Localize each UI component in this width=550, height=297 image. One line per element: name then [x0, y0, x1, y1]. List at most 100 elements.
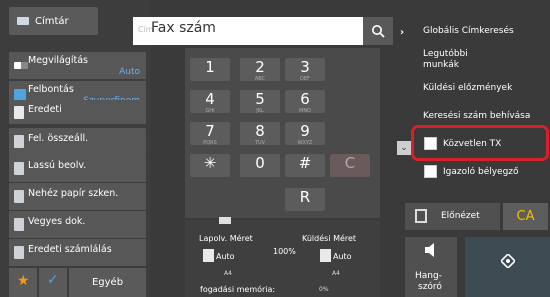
key-digit: ✳ [203, 154, 217, 172]
search-button[interactable] [363, 17, 393, 45]
mixed-doc-label: Vegyes dok. [28, 216, 86, 227]
keypad-key[interactable]: 8 TUV [240, 122, 280, 146]
key-letters: TUV [254, 140, 266, 146]
fax-number-placeholder: Fax szám [151, 20, 216, 36]
keypad-key[interactable]: # [285, 154, 325, 177]
key-digit: R [299, 188, 311, 206]
original-icon [14, 106, 24, 119]
count-icon [14, 246, 24, 259]
start-icon [501, 254, 515, 268]
ratio-value: 100% [273, 247, 296, 256]
speaker-label-line1: Hang- [415, 271, 442, 281]
keypad-key[interactable]: 0 [240, 154, 280, 177]
key-digit: # [298, 154, 312, 172]
original-count-button[interactable]: Eredeti számlálás [9, 239, 146, 266]
key-digit: 2 [255, 58, 265, 76]
speaker-label-line2: szóró [418, 282, 442, 292]
key-letters: GHI [205, 108, 215, 114]
original-label: Eredeti [28, 104, 62, 115]
key-digit: C [344, 154, 356, 172]
keypad-key[interactable]: ✳ [190, 154, 230, 177]
start-button[interactable] [465, 237, 550, 297]
original-size-label: Lapolv. Méret [199, 234, 253, 243]
keypad-key[interactable]: 7 PQRS [190, 122, 230, 146]
original-button[interactable]: Eredeti [9, 100, 146, 124]
keypad-key[interactable]: 9 WXYZ [285, 122, 325, 146]
key-digit: 6 [300, 90, 310, 108]
batch-icon [14, 135, 24, 148]
send-auto-value: Auto [333, 252, 352, 261]
resolution-icon [14, 89, 26, 100]
contrast-icon [14, 62, 28, 69]
recent-jobs-line2[interactable]: munkák [423, 60, 459, 70]
keypad-key[interactable]: R [285, 188, 325, 211]
key-letters: WXYZ [297, 140, 313, 146]
collapse-toggle[interactable]: ⌄ [397, 141, 411, 155]
keypad-key[interactable]: 5 JKL [240, 90, 280, 114]
keypad-key[interactable]: 1 [190, 58, 230, 81]
resolution-label: Felbontás [28, 84, 74, 95]
key-digit: 3 [300, 58, 310, 76]
other-label: Egyéb [91, 277, 124, 288]
key-letters: JKL [256, 108, 264, 114]
key-digit: 1 [205, 58, 215, 76]
verify-stamp-checkbox[interactable] [424, 165, 437, 178]
original-auto-value: Auto [216, 252, 235, 261]
key-letters: DEF [300, 76, 310, 82]
preview-button[interactable]: Előnézet [405, 203, 500, 230]
keypad-key[interactable]: 3 DEF [285, 58, 325, 82]
directory-label: Címtár [35, 15, 69, 27]
original-doc-icon [203, 249, 214, 262]
directory-icon [17, 17, 29, 25]
verify-stamp-label: Igazoló bélyegző [443, 167, 519, 177]
speaker-button[interactable]: Hang- szóró [405, 237, 457, 297]
send-size-label: Küldési Méret [302, 234, 357, 243]
clear-all-label: CA [516, 209, 535, 224]
heavy-paper-button[interactable]: Nehéz papír szken. [9, 183, 146, 210]
keypad-key[interactable]: C [330, 154, 370, 177]
clear-all-button[interactable]: CA [503, 203, 548, 230]
slow-scan-label: Lassú beolv. [28, 160, 87, 171]
send-paper-size: A4 [332, 270, 340, 277]
recent-jobs-line1[interactable]: Legutóbbi [423, 49, 468, 59]
key-digit: 8 [255, 122, 265, 140]
original-paper-size: A4 [224, 270, 232, 277]
slow-scan-icon [14, 162, 24, 175]
keypad-key[interactable]: 6 MNO [285, 90, 325, 114]
key-letters: ABC [254, 76, 266, 82]
key-digit: 7 [205, 122, 215, 140]
mixed-doc-button[interactable]: Vegyes dok. [9, 211, 146, 238]
keypad-key[interactable]: 4 GHI [190, 90, 230, 114]
memory-value: 0% [319, 286, 329, 293]
key-digit: 0 [255, 154, 265, 172]
other-button[interactable]: Egyéb [69, 268, 146, 297]
key-letters: PQRS [203, 140, 217, 146]
chevron-right-icon[interactable]: › [400, 27, 404, 38]
heavy-paper-label: Nehéz papír szken. [28, 188, 119, 199]
send-history[interactable]: Küldési előzmények [423, 83, 512, 93]
global-address-search[interactable]: Globális Címkeresés [423, 26, 514, 36]
key-digit: 5 [255, 90, 265, 108]
job-build-label: Fel. összeáll. [28, 133, 89, 144]
check-button[interactable]: ✓ [39, 268, 67, 297]
direct-tx-label: Közvetlen TX [443, 139, 502, 149]
preview-icon [415, 209, 427, 223]
chevron-down-icon: ⌄ [400, 143, 408, 153]
favorites-button[interactable]: ★ [9, 268, 37, 297]
star-icon: ★ [17, 273, 30, 289]
search-icon [372, 25, 385, 38]
check-icon: ✓ [47, 272, 59, 288]
keypad-key[interactable]: 2 ABC [240, 58, 280, 82]
call-search-number[interactable]: Keresési szám behívása [423, 111, 530, 121]
key-digit: 4 [205, 90, 215, 108]
heavy-paper-icon [14, 190, 24, 203]
preview-label: Előnézet [441, 211, 480, 221]
exposure-label: Megvilágítás [28, 55, 88, 66]
job-build-button[interactable]: Fel. összeáll. [9, 128, 146, 155]
mixed-doc-icon [14, 218, 24, 231]
directory-button[interactable]: Címtár [9, 7, 98, 35]
slow-scan-button[interactable]: Lassú beolv. [9, 155, 146, 182]
memory-label: fogadási memória: [200, 285, 276, 294]
exposure-button[interactable]: Megvilágítás Auto [9, 52, 146, 79]
direct-tx-checkbox[interactable] [424, 137, 437, 150]
